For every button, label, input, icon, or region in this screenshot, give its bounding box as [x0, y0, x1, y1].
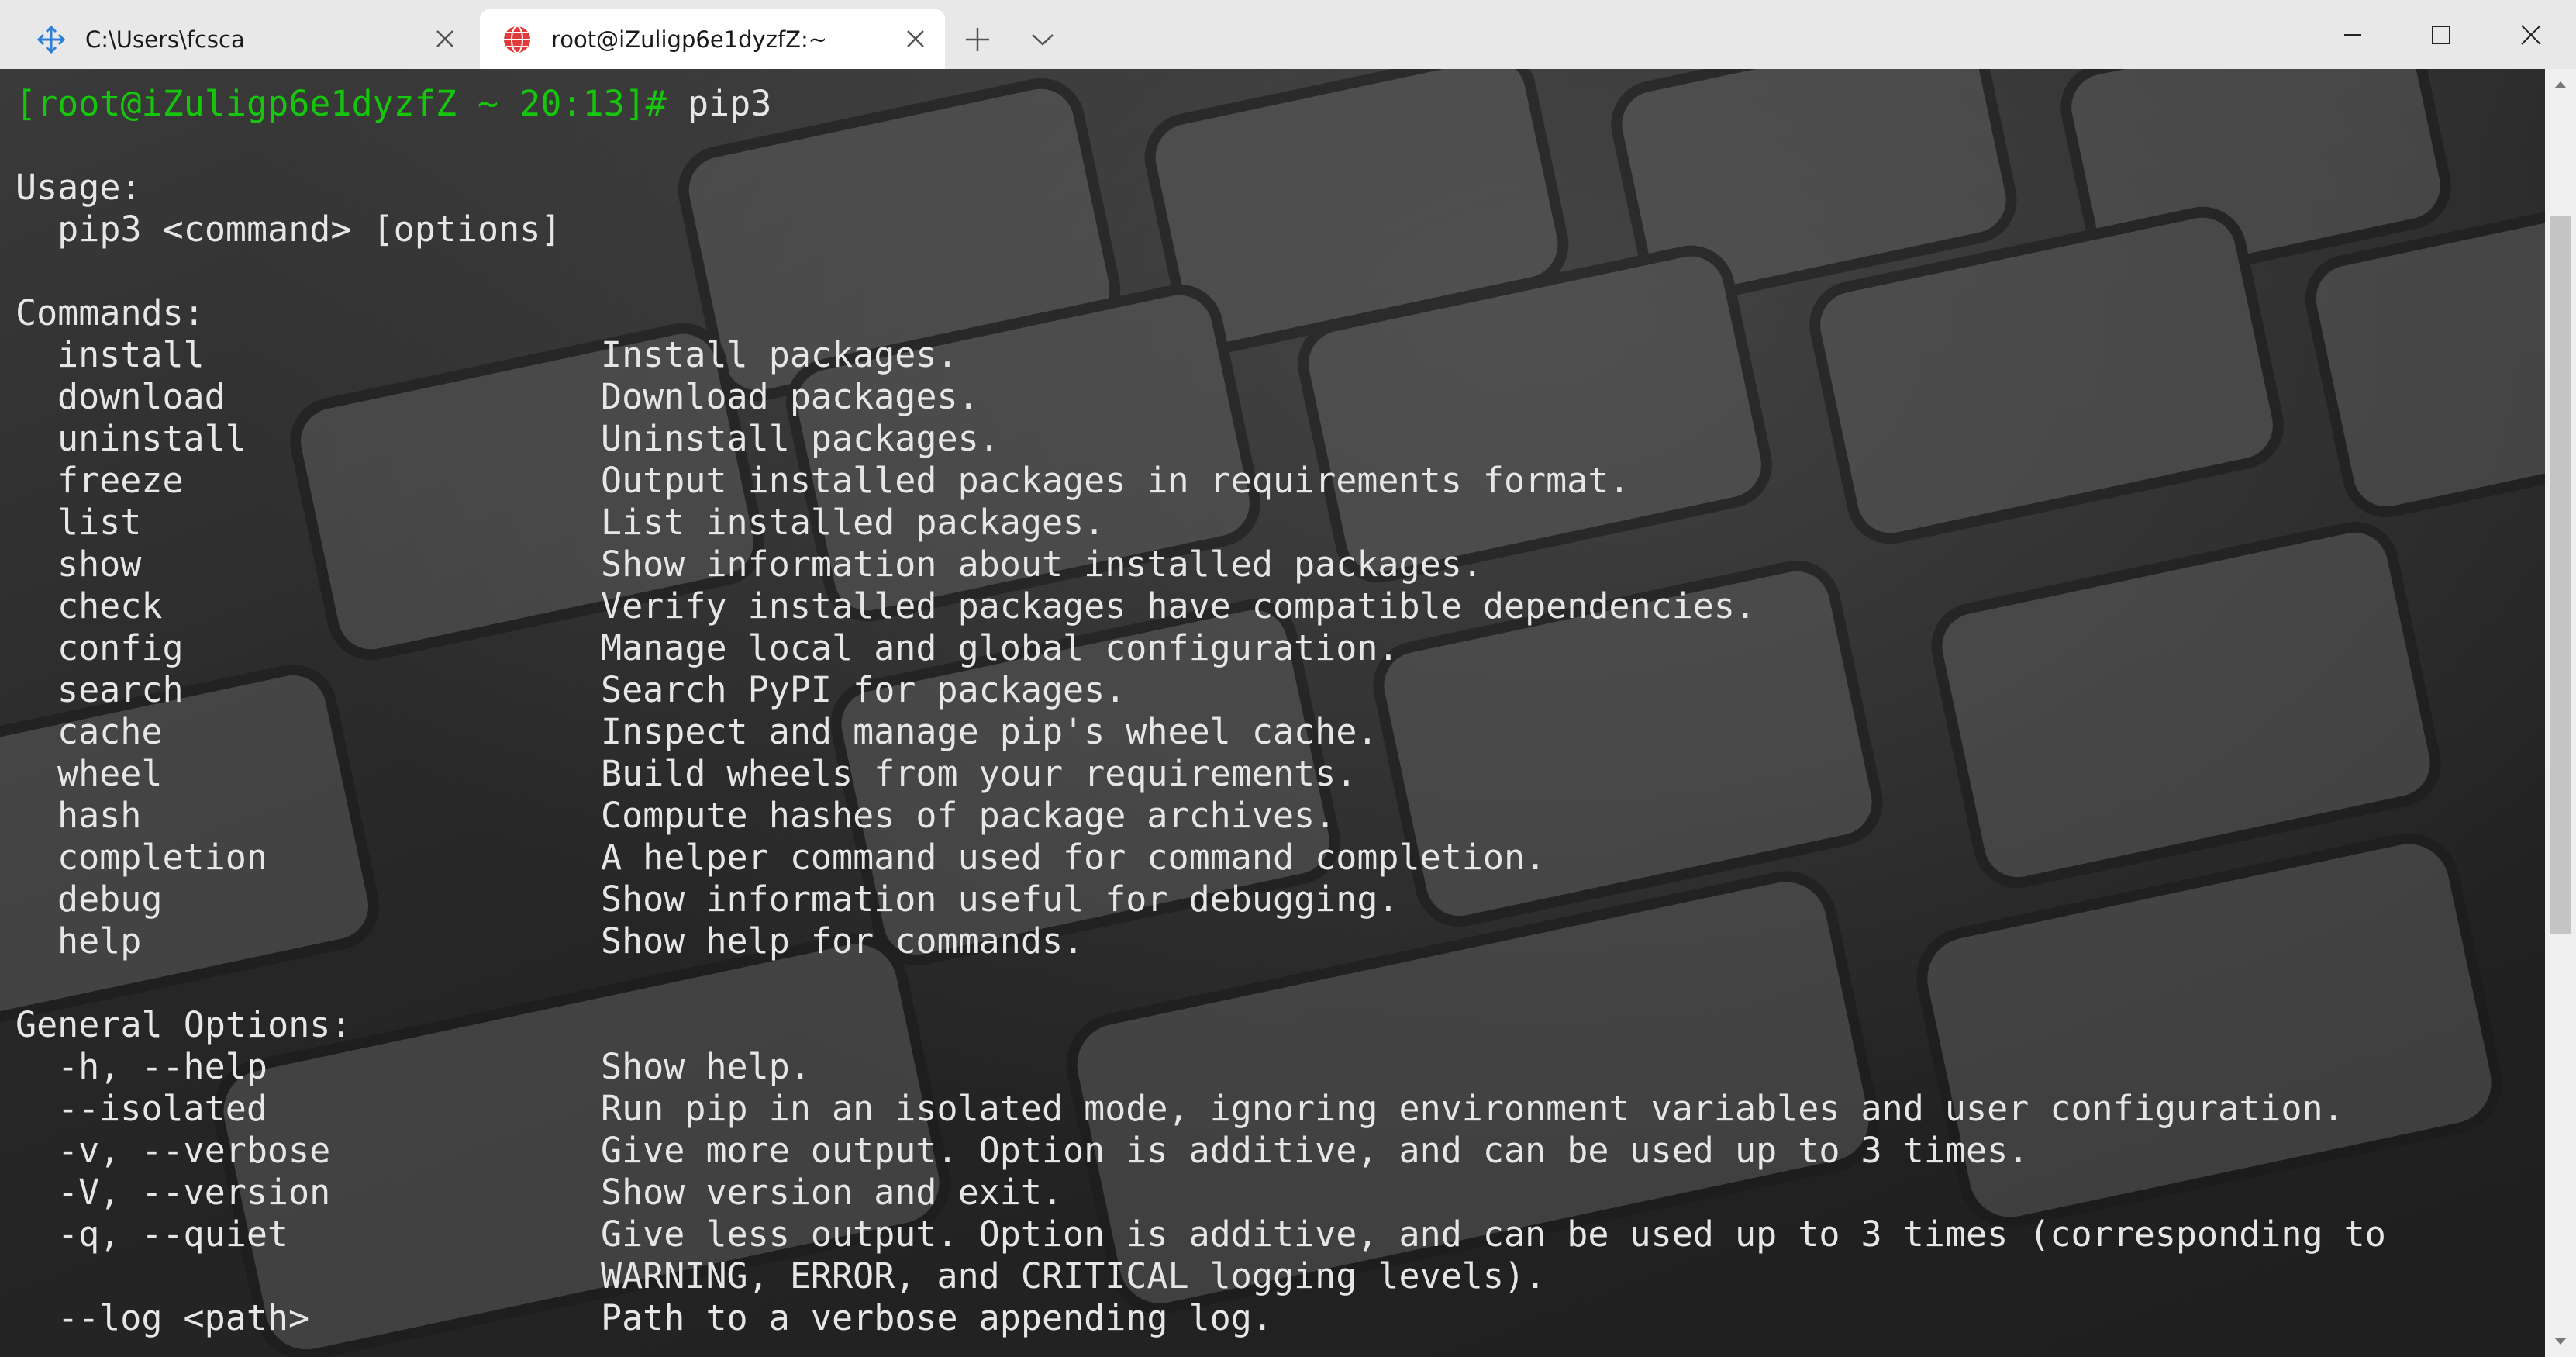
option-row-name: -h, --help: [57, 1046, 267, 1087]
command-row-description: Output installed packages in requirement…: [601, 460, 1630, 501]
command-row-name: search: [57, 669, 184, 710]
close-tab-icon[interactable]: [433, 26, 457, 51]
typed-command: pip3: [666, 83, 772, 124]
command-row: check Verify installed packages have comp…: [16, 585, 2386, 627]
command-row: search Search PyPI for packages.: [16, 669, 2386, 711]
maximize-button[interactable]: [2397, 0, 2485, 69]
command-row-description: Manage local and global configuration.: [601, 627, 1399, 668]
close-icon: [2520, 24, 2541, 45]
minimize-button[interactable]: [2309, 0, 2397, 69]
tab-dropdown-button[interactable]: [1023, 20, 1062, 59]
shell-prompt: [root@iZuligp6e1dyzfZ ~ 20:13]#: [16, 83, 667, 124]
command-row: completion A helper command used for comm…: [16, 837, 2386, 879]
command-row-description: Inspect and manage pip's wheel cache.: [601, 711, 1378, 752]
command-row-name: freeze: [57, 460, 184, 501]
scrollbar-thumb[interactable]: [2550, 216, 2571, 934]
usage-line: pip3 <command> [options]: [16, 209, 562, 250]
option-row-description: Show version and exit.: [601, 1172, 1064, 1213]
option-row-description: Give more output. Option is additive, an…: [601, 1130, 2029, 1171]
terminal-output: [root@iZuligp6e1dyzfZ ~ 20:13]# pip3 Usa…: [16, 83, 2386, 1339]
new-tab-button[interactable]: [958, 20, 997, 59]
command-row-name: debug: [57, 879, 163, 920]
command-row: config Manage local and global configurat…: [16, 627, 2386, 669]
command-row-name: uninstall: [57, 418, 247, 459]
command-row-name: hash: [57, 795, 142, 836]
scroll-up-icon[interactable]: [2551, 75, 2570, 94]
command-row-name: help: [57, 920, 142, 962]
command-row-description: Search PyPI for packages.: [601, 669, 1126, 710]
command-row-description: List installed packages.: [601, 502, 1105, 543]
terminal-pane[interactable]: [root@iZuligp6e1dyzfZ ~ 20:13]# pip3 Usa…: [0, 69, 2576, 1357]
scroll-down-icon[interactable]: [2551, 1332, 2570, 1351]
command-row: hash Compute hashes of package archives.: [16, 795, 2386, 837]
option-row-description: Give less output. Option is additive, an…: [601, 1214, 2386, 1255]
maximize-icon: [2432, 25, 2450, 44]
command-row-name: list: [57, 502, 142, 543]
command-row: freeze Output installed packages in requi…: [16, 460, 2386, 502]
minimize-icon: [2344, 33, 2361, 36]
command-row-description: Show information about installed package…: [601, 544, 1483, 585]
command-row-description: Compute hashes of package archives.: [601, 795, 1336, 836]
tab-title: C:\Users\fcsca: [85, 26, 245, 53]
option-row: -V, --version Show version and exit.: [16, 1172, 2386, 1214]
command-row-description: Download packages.: [601, 376, 979, 417]
option-row-description: Path to a verbose appending log.: [601, 1297, 1273, 1338]
command-row-name: download: [57, 376, 226, 417]
tab-ssh-root[interactable]: root@iZuligp6e1dyzfZ:~: [480, 9, 945, 69]
command-row: help Show help for commands.: [16, 920, 2386, 962]
command-row-description: Install packages.: [601, 334, 958, 375]
command-row-name: show: [57, 544, 142, 585]
command-row-name: cache: [57, 711, 163, 752]
close-window-button[interactable]: [2485, 0, 2576, 69]
vertical-scrollbar[interactable]: [2545, 69, 2576, 1357]
command-row: wheel Build wheels from your requirements…: [16, 753, 2386, 795]
option-row-name: -v, --verbose: [57, 1130, 331, 1171]
tab-windows-shell[interactable]: C:\Users\fcsca: [0, 9, 474, 69]
command-row-description: Verify installed packages have compatibl…: [601, 585, 1757, 627]
command-row: show Show information about installed pac…: [16, 544, 2386, 585]
command-row-description: Uninstall packages.: [601, 418, 1000, 459]
command-row: uninstall Uninstall packages.: [16, 418, 2386, 460]
command-row: list List installed packages.: [16, 502, 2386, 544]
option-row-name: --isolated: [57, 1088, 267, 1129]
option-row-description: Run pip in an isolated mode, ignoring en…: [601, 1088, 2344, 1129]
option-row-description: WARNING, ERROR, and CRITICAL logging lev…: [601, 1255, 1547, 1297]
command-row-name: completion: [57, 837, 267, 878]
option-row-name: --log <path>: [57, 1297, 310, 1338]
globe-icon: [500, 22, 534, 57]
option-row-name: -V, --version: [57, 1172, 331, 1213]
chevron-down-icon: [1032, 34, 1054, 46]
command-row-name: check: [57, 585, 163, 627]
command-row-description: Show help for commands.: [601, 920, 1085, 962]
commands-header: Commands:: [16, 292, 205, 333]
command-row-name: install: [57, 334, 205, 375]
option-row: -h, --help Show help.: [16, 1046, 2386, 1088]
command-row-name: wheel: [57, 753, 163, 794]
plus-icon: [966, 28, 989, 51]
option-row-description: Show help.: [601, 1046, 811, 1087]
option-row: --log <path> Path to a verbose appending …: [16, 1297, 2386, 1339]
command-row: download Download packages.: [16, 376, 2386, 418]
tab-title: root@iZuligp6e1dyzfZ:~: [551, 26, 828, 53]
title-bar: C:\Users\fcsca root@iZuligp6e1dyzfZ:~: [0, 0, 2576, 69]
option-row: -v, --verbose Give more output. Option is…: [16, 1130, 2386, 1172]
option-row: WARNING, ERROR, and CRITICAL logging lev…: [16, 1255, 2386, 1297]
azure-cloud-shell-icon: [34, 22, 68, 57]
general-options-header: General Options:: [16, 1004, 352, 1045]
usage-header: Usage:: [16, 167, 142, 208]
command-row-description: Build wheels from your requirements.: [601, 753, 1357, 794]
command-row-description: A helper command used for command comple…: [601, 837, 1547, 878]
command-row: debug Show information useful for debuggi…: [16, 879, 2386, 920]
command-row-description: Show information useful for debugging.: [601, 879, 1399, 920]
command-row: install Install packages.: [16, 334, 2386, 376]
option-row: --isolated Run pip in an isolated mode, i…: [16, 1088, 2386, 1130]
option-row-name: -q, --quiet: [57, 1214, 289, 1255]
command-row: cache Inspect and manage pip's wheel cach…: [16, 711, 2386, 753]
option-row: -q, --quiet Give less output. Option is a…: [16, 1214, 2386, 1255]
command-row-name: config: [57, 627, 184, 668]
close-tab-icon[interactable]: [903, 26, 928, 51]
